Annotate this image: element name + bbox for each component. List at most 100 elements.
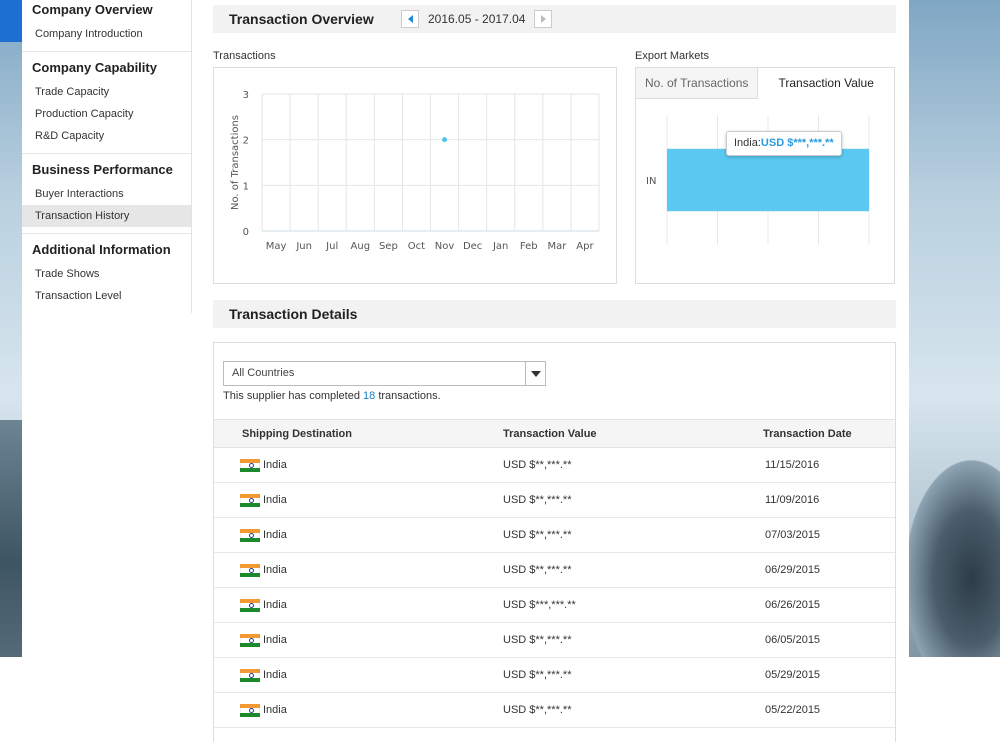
sidebar-heading[interactable]: Additional Information	[22, 234, 191, 263]
india-flag-icon	[240, 669, 260, 682]
y-tick-label: 0	[243, 227, 249, 238]
export-markets-label: Export Markets	[635, 50, 709, 62]
india-flag-icon	[240, 494, 260, 507]
sidebar-item-production-capacity[interactable]: Production Capacity	[22, 103, 191, 125]
date-range-label: 2016.05 - 2017.04	[428, 12, 526, 26]
value-cell: USD $***,***.**	[503, 599, 576, 611]
india-flag-icon	[240, 529, 260, 542]
col-transaction-date[interactable]: Transaction Date	[763, 428, 852, 440]
tab-transaction-value[interactable]: Transaction Value	[758, 68, 894, 99]
data-point	[442, 137, 448, 143]
sidebar-item-transaction-history[interactable]: Transaction History	[22, 205, 191, 227]
destination-cell: India	[263, 564, 287, 576]
transactions-chart-label: Transactions	[213, 50, 276, 62]
x-tick-label: Mar	[547, 241, 567, 252]
col-shipping-destination[interactable]: Shipping Destination	[242, 428, 352, 440]
y-tick-label: 2	[243, 136, 249, 147]
export-markets-panel: No. of Transactions Transaction Value IN…	[635, 67, 895, 284]
value-cell: USD $**,***.**	[503, 564, 572, 576]
arrow-left-icon	[407, 15, 413, 23]
india-flag-icon	[240, 634, 260, 647]
india-flag-icon	[240, 564, 260, 577]
y-tick-label: 3	[243, 90, 249, 101]
country-filter-value: All Countries	[232, 367, 295, 379]
destination-cell: India	[263, 599, 287, 611]
x-tick-label: Oct	[408, 241, 425, 252]
transactions-chart: 0 1 2 3 May Jun Jul Aug Sep Oct Nov Dec Jan Feb Mar Apr…	[230, 90, 600, 252]
export-markets-chart: IN	[646, 115, 870, 245]
date-cell: 07/03/2015	[765, 529, 821, 541]
value-cell: USD $**,***.**	[503, 459, 572, 471]
value-cell: USD $**,***.**	[503, 634, 572, 646]
overview-title: Transaction Overview	[229, 11, 374, 27]
summary-suffix: transactions.	[375, 390, 441, 402]
sidebar-heading[interactable]: Company Overview	[22, 0, 191, 23]
india-flag-icon	[240, 599, 260, 612]
country-filter-select[interactable]: All Countries	[223, 361, 546, 386]
y-tick-label: 1	[243, 181, 249, 192]
sidebar-group-company-capability: Company Capability Trade Capacity Produc…	[22, 52, 191, 154]
sidebar-item-transaction-level[interactable]: Transaction Level	[22, 285, 191, 307]
destination-cell: India	[263, 494, 287, 506]
date-cell: 06/05/2015	[765, 634, 821, 646]
x-tick-label: Feb	[520, 241, 538, 252]
date-cell: 05/29/2015	[765, 669, 821, 681]
value-cell: USD $**,***.**	[503, 704, 572, 716]
table-row: India USD $**,***.** 05/22/2015	[214, 693, 895, 728]
date-cell: 06/29/2015	[765, 564, 821, 576]
table-row: India USD $***,***.** 06/26/2015	[214, 588, 895, 623]
chevron-down-icon	[530, 370, 541, 377]
x-tick-label: Jul	[325, 241, 338, 252]
sidebar-heading[interactable]: Business Performance	[22, 154, 191, 183]
date-cell: 11/15/2016	[765, 459, 820, 471]
sidebar-item-company-introduction[interactable]: Company Introduction	[22, 23, 191, 45]
tab-no-of-transactions[interactable]: No. of Transactions	[636, 68, 759, 99]
sidebar-group-additional-information: Additional Information Trade Shows Trans…	[22, 234, 191, 313]
export-markets-tabs: No. of Transactions Transaction Value	[636, 68, 894, 99]
date-range-nav: 2016.05 - 2017.04	[401, 10, 553, 28]
sidebar-group-business-performance: Business Performance Buyer Interactions …	[22, 154, 191, 234]
value-cell: USD $**,***.**	[503, 494, 572, 506]
y-axis-label: No. of Transactions	[230, 115, 241, 210]
tooltip-country: India:	[734, 137, 761, 149]
content-page: Company Overview Company Introduction Co…	[22, 0, 909, 742]
col-transaction-value[interactable]: Transaction Value	[503, 428, 597, 440]
sidebar-item-trade-capacity[interactable]: Trade Capacity	[22, 81, 191, 103]
prev-range-button[interactable]	[401, 10, 419, 28]
table-header: Shipping Destination Transaction Value T…	[214, 419, 895, 448]
sidebar-heading[interactable]: Company Capability	[22, 52, 191, 81]
arrow-right-icon	[540, 15, 546, 23]
destination-cell: India	[263, 669, 287, 681]
overview-header: Transaction Overview 2016.05 - 2017.04	[213, 5, 896, 33]
market-tooltip: India:USD $***,***.**	[726, 131, 842, 156]
transactions-chart-panel: 0 1 2 3 May Jun Jul Aug Sep Oct Nov Dec Jan Feb Mar Apr…	[213, 67, 617, 284]
market-bar	[667, 148, 869, 212]
destination-cell: India	[263, 529, 287, 541]
india-flag-icon	[240, 704, 260, 717]
select-arrow[interactable]	[525, 362, 545, 385]
table-row: India USD $**,***.** 05/29/2015	[214, 658, 895, 693]
date-cell: 05/22/2015	[765, 704, 821, 716]
sidebar-item-rd-capacity[interactable]: R&D Capacity	[22, 125, 191, 147]
x-tick-label: Dec	[463, 241, 482, 252]
value-cell: USD $**,***.**	[503, 669, 572, 681]
sidebar-item-trade-shows[interactable]: Trade Shows	[22, 263, 191, 285]
destination-cell: India	[263, 634, 287, 646]
next-range-button[interactable]	[534, 10, 553, 28]
x-tick-label: Apr	[576, 241, 594, 252]
value-cell: USD $**,***.**	[503, 529, 572, 541]
sidebar-group-company-overview: Company Overview Company Introduction	[22, 0, 191, 52]
india-flag-icon	[240, 459, 260, 472]
destination-cell: India	[263, 704, 287, 716]
x-tick-label: Sep	[379, 241, 398, 252]
details-title: Transaction Details	[229, 306, 358, 322]
destination-cell: India	[263, 459, 287, 471]
table-row: India USD $**,***.** 06/05/2015	[214, 623, 895, 658]
sidebar-item-buyer-interactions[interactable]: Buyer Interactions	[22, 183, 191, 205]
table-row: India USD $**,***.** 11/09/2016	[214, 483, 895, 518]
x-tick-label: Jan	[492, 241, 508, 252]
details-panel: All Countries This supplier has complete…	[213, 342, 896, 742]
x-tick-label: Aug	[351, 241, 371, 252]
details-header: Transaction Details	[213, 300, 896, 328]
category-label: IN	[646, 176, 656, 187]
